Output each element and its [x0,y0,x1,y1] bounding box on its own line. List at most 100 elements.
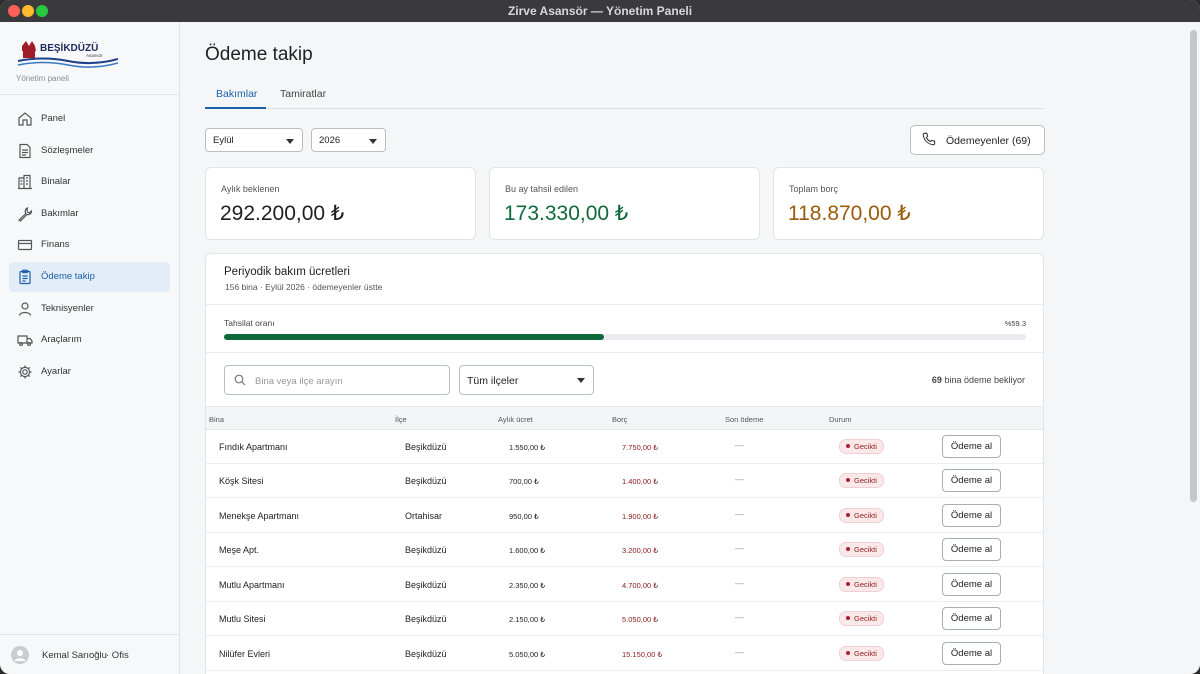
year-select-value: 2026 [319,135,341,146]
sidebar-item-panel[interactable]: Panel [9,104,170,134]
sidebar-subtitle: Yönetim paneli [16,74,69,83]
cell-fee: 5.050,00 ₺ [509,650,546,659]
sidebar-item-label: Bakımlar [41,208,79,219]
active-tab-indicator [205,107,266,109]
user-profile[interactable]: Kemal Sarıoğlu · Ofis [0,634,180,674]
take-payment-button[interactable]: Ödeme al [942,469,1001,492]
sidebar-item-finans[interactable]: Finans [9,230,170,260]
take-payment-button[interactable]: Ödeme al [942,538,1001,561]
scrollbar-thumb[interactable] [1190,30,1197,502]
cell-last-payment: — [735,440,744,450]
sidebar: BEŞİKDÜZÜ Asansör Yönetim paneli Panel S… [0,22,180,674]
search-field[interactable] [224,365,450,395]
search-input[interactable] [255,373,441,389]
table-row: Mutlu Sitesi Beşikdüzü 2.150,00 ₺ 5.050,… [206,602,1043,636]
stat-label: Toplam borç [789,184,839,194]
tab-bakimlar[interactable]: Bakımlar [216,88,257,100]
month-select[interactable]: Eylül [205,128,303,152]
panel-subtitle: 156 bina · Eylül 2026 · ödemeyenler üstt… [225,282,383,292]
tab-tamiratlar[interactable]: Tamiratlar [280,88,326,100]
cell-last-payment: — [735,509,744,519]
cell-fee: 1.550,00 ₺ [509,443,546,452]
zoom-window-button[interactable] [36,5,48,17]
sidebar-item-label: Teknisyenler [41,303,94,314]
sidebar-item-araclarim[interactable]: Araçlarım [9,325,170,355]
sidebar-item-binalar[interactable]: Binalar [9,167,170,197]
sidebar-item-label: Binalar [41,176,71,187]
sidebar-item-sozlesmeler[interactable]: Sözleşmeler [9,136,170,166]
status-badge: Gecikti [839,646,884,661]
user-role: · Ofis [106,650,129,661]
window-title: Zirve Asansör — Yönetim Paneli [507,4,693,18]
scrollbar[interactable] [1187,22,1200,674]
sidebar-item-label: Ayarlar [41,366,71,377]
table-row: Meşe Apt. Beşikdüzü 1.600,00 ₺ 3.200,00 … [206,533,1043,567]
chevron-down-icon [369,139,377,144]
take-payment-button[interactable]: Ödeme al [942,435,1001,458]
avatar [11,646,29,664]
non-payers-button[interactable]: Ödemeyenler (69) [910,125,1045,155]
sidebar-item-bakimlar[interactable]: Bakımlar [9,199,170,229]
cell-last-payment: — [735,578,744,588]
cell-last-payment: — [735,647,744,657]
stat-card-debt: Toplam borç 118.870,00 ₺ [773,167,1044,240]
cell-district: Ortahisar [405,511,443,521]
close-window-button[interactable] [8,5,20,17]
cell-debt: 4.700,00 ₺ [622,581,659,590]
year-select[interactable]: 2026 [311,128,386,152]
status-badge: Gecikti [839,577,884,592]
cell-building: Meşe Apt. [219,545,260,555]
maintenance-fees-panel: Periyodik bakım ücretleri 156 bina · Eyl… [205,253,1044,674]
cell-debt: 15.150,00 ₺ [622,650,663,659]
cell-debt: 7.750,00 ₺ [622,443,659,452]
column-header: Son ödeme [725,415,764,424]
sidebar-item-label: Sözleşmeler [41,145,94,156]
card-icon [17,239,33,251]
cell-fee: 700,00 ₺ [509,477,539,486]
cell-building: Fındık Apartmanı [219,442,288,452]
building-icon [18,174,32,190]
take-payment-button[interactable]: Ödeme al [942,607,1001,630]
collection-rate-value: %59.3 [1004,319,1026,328]
take-payment-button[interactable]: Ödeme al [942,642,1001,665]
table-header: Bina İlçe Aylık ücret Borç Son ödeme Dur… [206,406,1043,430]
district-select-value: Tüm ilçeler [467,375,519,387]
table-row: Nilüfer Evleri Beşikdüzü 5.050,00 ₺ 15.1… [206,637,1043,671]
waiting-count-text: 69 bina ödeme bekliyor [932,375,1025,385]
main-content: Ödeme takip Bakımlar Tamiratlar Eylül 20… [181,22,1187,674]
take-payment-button[interactable]: Ödeme al [942,573,1001,596]
column-header: Borç [612,415,628,424]
person-icon [18,302,32,316]
sidebar-item-ayarlar[interactable]: Ayarlar [9,357,170,387]
stat-card-collected: Bu ay tahsil edilen 173.330,00 ₺ [489,167,760,240]
sidebar-item-label: Araçlarım [41,334,82,345]
table-row: Köşk Sitesi Beşikdüzü 700,00 ₺ 1.400,00 … [206,464,1043,498]
cell-debt: 5.050,00 ₺ [622,615,659,624]
document-icon [19,143,31,159]
page-title: Ödeme takip [205,44,313,65]
stat-card-expected: Aylık beklenen 292.200,00 ₺ [205,167,476,240]
cell-building: Nilüfer Evleri [219,649,271,659]
cell-building: Menekşe Apartmanı [219,511,300,521]
month-select-value: Eylül [213,135,234,146]
cell-fee: 950,00 ₺ [509,512,539,521]
stat-label: Bu ay tahsil edilen [505,184,579,194]
user-name: Kemal Sarıoğlu [42,650,107,661]
title-bar: Zirve Asansör — Yönetim Paneli [0,0,1200,22]
column-header: İlçe [395,415,407,424]
take-payment-button[interactable]: Ödeme al [942,504,1001,527]
cell-last-payment: — [735,612,744,622]
district-select[interactable]: Tüm ilçeler [459,365,594,395]
column-header: Aylık ücret [498,415,533,424]
status-badge: Gecikti [839,542,884,557]
sidebar-item-teknisyenler[interactable]: Teknisyenler [9,294,170,324]
stat-value: 118.870,00 ₺ [788,202,911,225]
status-badge: Gecikti [839,611,884,626]
cell-building: Mutlu Apartmanı [219,580,285,590]
chevron-down-icon [577,378,585,383]
minimize-window-button[interactable] [22,5,34,17]
cell-district: Beşikdüzü [405,442,447,452]
cell-last-payment: — [735,474,744,484]
sidebar-item-odeme-takip[interactable]: Ödeme takip [9,262,170,292]
app-window: Zirve Asansör — Yönetim Paneli BEŞİKDÜZÜ… [0,0,1200,674]
